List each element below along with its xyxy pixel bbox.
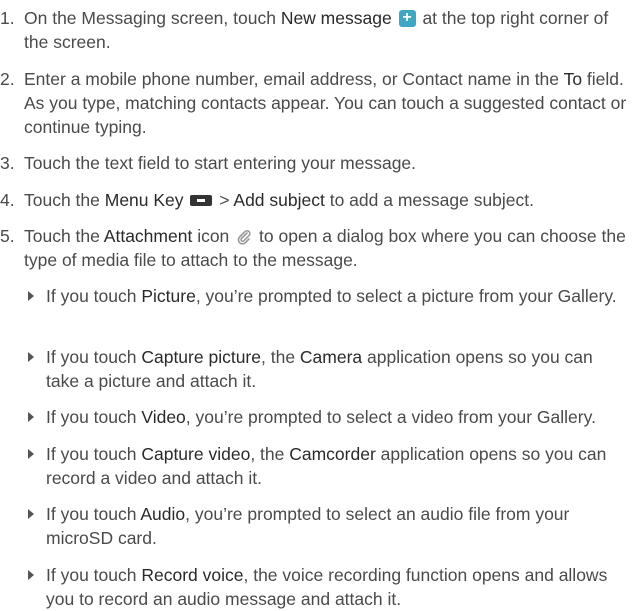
attachment-option-capture-video: If you touch Capture video, the Camcorde… bbox=[28, 442, 628, 490]
attachment-option-video: If you touch Video, you’re prompted to s… bbox=[28, 405, 628, 429]
step-3: 3. Touch the text field to start enterin… bbox=[0, 151, 630, 175]
capture-picture-label: Capture picture bbox=[141, 347, 261, 367]
step-number: 4. bbox=[0, 190, 15, 210]
instructions-page: 1. On the Messaging screen, touch New me… bbox=[0, 0, 634, 609]
new-message-icon bbox=[398, 6, 416, 30]
attachment-option-audio: If you touch Audio, you’re prompted to s… bbox=[28, 502, 628, 550]
camera-label: Camera bbox=[299, 347, 363, 367]
capture-video-label: Capture video bbox=[141, 444, 251, 464]
step-2: 2. Enter a mobile phone number, email ad… bbox=[0, 67, 630, 139]
bullet-icon bbox=[28, 352, 34, 362]
step-1: 1. On the Messaging screen, touch New me… bbox=[0, 6, 630, 54]
bullet-icon bbox=[28, 509, 34, 519]
step-number: 5. bbox=[0, 226, 15, 246]
menu-key-label: Menu Key bbox=[104, 190, 184, 210]
camcorder-label: Camcorder bbox=[289, 444, 376, 464]
attachment-option-capture-picture: If you touch Capture picture, the Camera… bbox=[28, 345, 628, 393]
new-message-label: New message bbox=[280, 8, 392, 28]
bullet-icon bbox=[28, 291, 34, 301]
bullet-icon bbox=[28, 570, 34, 580]
step-number: 2. bbox=[0, 69, 15, 89]
add-subject-label: Add subject bbox=[233, 190, 325, 210]
picture-label: Picture bbox=[141, 286, 196, 306]
menu-key-icon bbox=[190, 195, 213, 206]
attachment-option-picture: If you touch Picture, you’re prompted to… bbox=[28, 284, 628, 308]
step-text: Touch the Attachment icon to open a dial… bbox=[24, 226, 626, 270]
step-number: 1. bbox=[0, 8, 15, 28]
video-label: Video bbox=[141, 407, 186, 427]
bullet-icon bbox=[28, 412, 34, 422]
step-4: 4. Touch the Menu Key > Add subject to a… bbox=[0, 188, 630, 212]
step-text: Enter a mobile phone number, email addre… bbox=[24, 69, 627, 137]
to-field-label: To bbox=[563, 69, 583, 89]
step-5: 5. Touch the Attachment icon to open a d… bbox=[0, 224, 630, 272]
paperclip-icon bbox=[237, 229, 251, 245]
step-text: On the Messaging screen, touch New messa… bbox=[24, 6, 630, 54]
step-text: Touch the text field to start entering y… bbox=[24, 153, 417, 173]
record-voice-label: Record voice bbox=[141, 565, 244, 585]
step-number: 3. bbox=[0, 153, 15, 173]
step-text: Touch the Menu Key > Add subject to add … bbox=[24, 190, 535, 210]
attachment-option-record-voice: If you touch Record voice, the voice rec… bbox=[28, 563, 628, 611]
audio-label: Audio bbox=[140, 504, 186, 524]
bullet-icon bbox=[28, 449, 34, 459]
attachment-label: Attachment bbox=[103, 226, 193, 246]
